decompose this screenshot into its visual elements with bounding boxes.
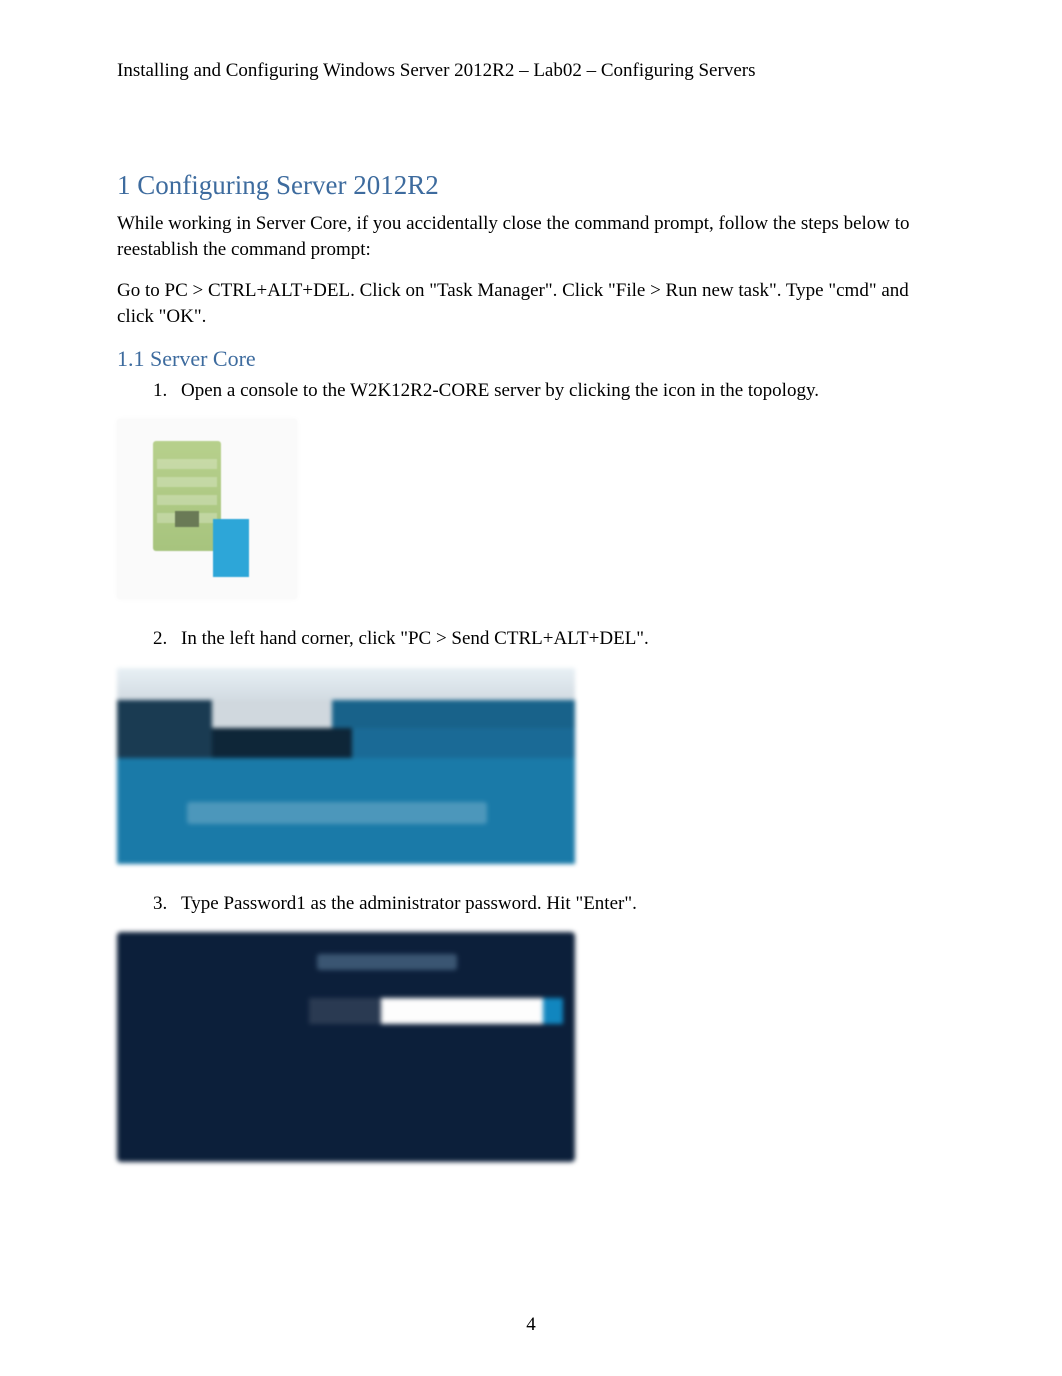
step-1: 1. Open a console to the W2K12R2-CORE se… [153, 378, 945, 404]
figure-topology-icon [117, 419, 297, 599]
section-1-number: 1 [117, 170, 131, 200]
step-1-number: 1. [153, 378, 181, 404]
step-1-text: Open a console to the W2K12R2-CORE serve… [181, 378, 819, 404]
section-1-heading: 1 Configuring Server 2012R2 [117, 170, 945, 201]
figure-ctrl-alt-del-screen [117, 668, 575, 864]
page-number: 4 [0, 1314, 1062, 1336]
step-3-text: Type Password1 as the administrator pass… [181, 891, 637, 917]
step-2-number: 2. [153, 626, 181, 652]
document-header: Installing and Configuring Windows Serve… [117, 60, 945, 82]
section-1-title: Configuring Server 2012R2 [137, 170, 438, 200]
section-1-intro-1: While working in Server Core, if you acc… [117, 211, 945, 262]
step-3-number: 3. [153, 891, 181, 917]
section-1-intro-2: Go to PC > CTRL+ALT+DEL. Click on "Task … [117, 278, 945, 329]
step-2-text: In the left hand corner, click "PC > Sen… [181, 626, 649, 652]
step-2: 2. In the left hand corner, click "PC > … [153, 626, 945, 652]
figure-password-login-screen [117, 932, 575, 1162]
section-1-1-title: Server Core [150, 346, 256, 371]
section-1-1-number: 1.1 [117, 346, 145, 371]
section-1-1-heading: 1.1 Server Core [117, 346, 945, 372]
step-3: 3. Type Password1 as the administrator p… [153, 891, 945, 917]
